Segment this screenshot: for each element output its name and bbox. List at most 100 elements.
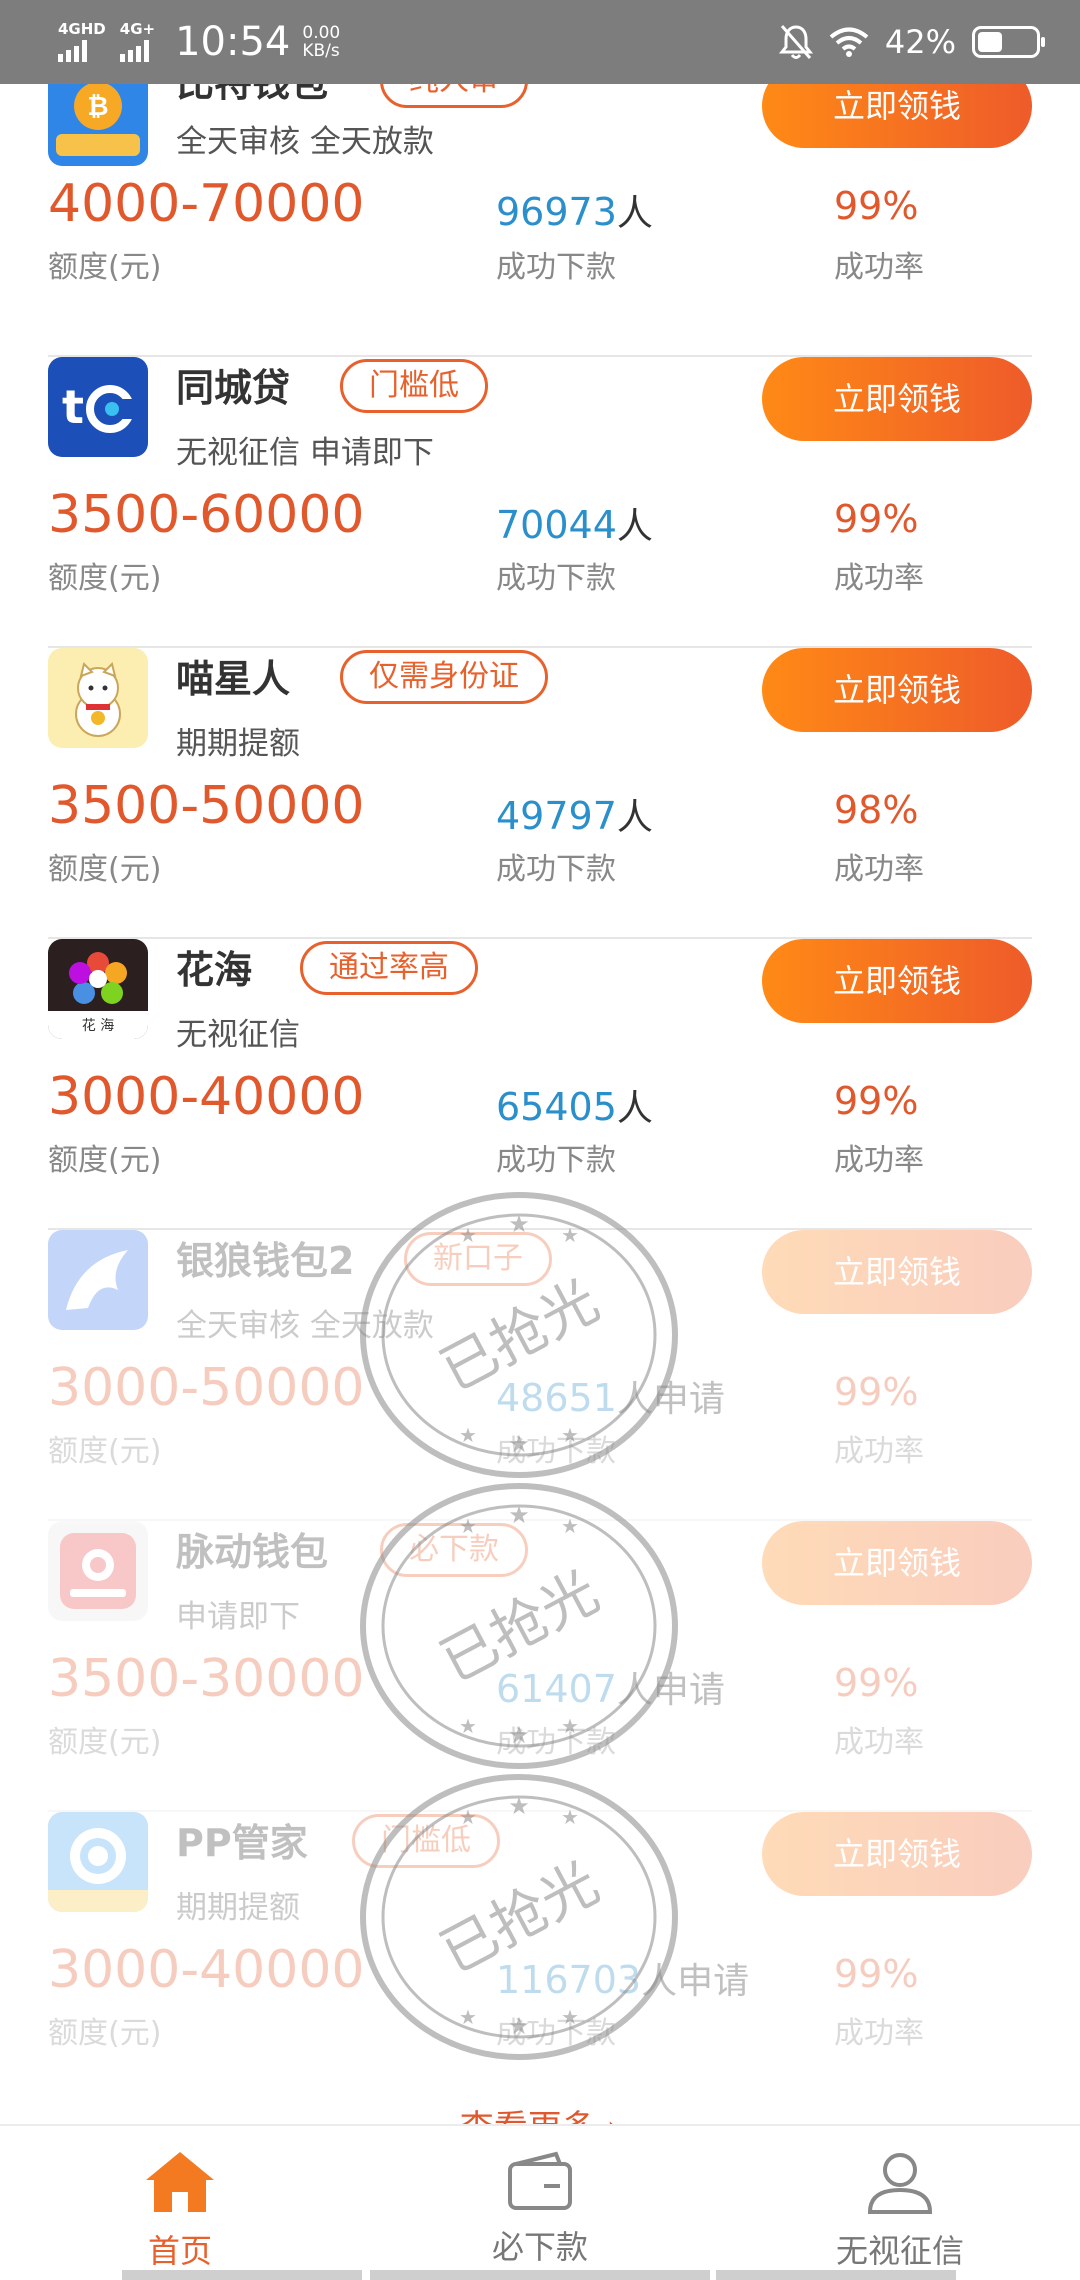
success-count: 70044人 xyxy=(496,497,653,549)
tab-home[interactable]: 首页 xyxy=(0,2126,360,2280)
product-name: 脉动钱包 xyxy=(176,1530,329,1574)
success-rate: 99% xyxy=(834,1079,919,1123)
amount-label: 额度(元) xyxy=(48,250,162,285)
count-value: 49797 xyxy=(496,794,617,838)
svg-text:★: ★ xyxy=(459,1805,477,1829)
svg-text:★: ★ xyxy=(459,1223,477,1247)
product-desc: 全天审核 全天放款 xyxy=(176,124,434,160)
svg-text:₿: ₿ xyxy=(87,92,108,122)
success-rate: 99% xyxy=(834,1370,919,1414)
stamp-text: 已抢光 xyxy=(430,1268,609,1404)
amount-range: 3000-40000 xyxy=(48,1940,365,2000)
claim-button[interactable]: 立即领钱 xyxy=(762,648,1032,732)
svg-text:★: ★ xyxy=(561,1423,579,1447)
svg-text:★: ★ xyxy=(561,1805,579,1829)
amount-range: 3000-50000 xyxy=(48,1358,365,1418)
svg-text:t: t xyxy=(62,380,84,434)
svg-text:★: ★ xyxy=(508,1210,530,1238)
count-unit: 人 xyxy=(616,797,653,838)
signal-sim2: 4G+ xyxy=(119,20,156,62)
count-label: 成功下款 xyxy=(496,1143,616,1178)
product-name: 花海 xyxy=(176,948,253,992)
wolf-logo xyxy=(48,1230,148,1330)
product-name: 比特钱包 xyxy=(176,84,328,107)
svg-text:★: ★ xyxy=(508,2012,530,2040)
bitcoin-wallet-logo: ₿ xyxy=(48,84,148,166)
success-rate: 99% xyxy=(834,1952,919,1996)
sim2-label: 4G+ xyxy=(119,20,156,38)
rate-label: 成功率 xyxy=(834,1434,924,1469)
svg-text:★: ★ xyxy=(561,1514,579,1538)
tab-no-credit-check[interactable]: 无视征信 xyxy=(720,2126,1080,2280)
home-icon xyxy=(146,2152,214,2212)
rate-label: 成功率 xyxy=(834,561,924,596)
claim-button[interactable]: 立即领钱 xyxy=(762,357,1032,441)
product-desc: 无视征信 申请即下 xyxy=(176,435,434,471)
sold-out-stamp: ★ ★ ★ ★ ★ ★ 已抢光 xyxy=(360,1483,678,1769)
product-card[interactable]: t 同城贷 门槛低 无视征信 申请即下 立即领钱 3500-60000 额度(元… xyxy=(48,357,1032,648)
sold-out-stamp: ★ ★ ★ ★ ★ ★ 已抢光 xyxy=(360,1774,678,2060)
product-tag: 门槛低 xyxy=(340,359,488,413)
rate-label: 成功率 xyxy=(834,852,924,887)
system-nav-strip xyxy=(0,2270,1080,2280)
speed-value: 0.00 xyxy=(302,23,341,43)
svg-text:★: ★ xyxy=(459,1423,477,1447)
product-desc: 期期提额 xyxy=(176,726,300,762)
product-desc: 无视征信 xyxy=(176,1017,300,1053)
sim1-label: 4GHD xyxy=(58,20,106,38)
amount-range: 3500-60000 xyxy=(48,485,365,545)
signal-bars-icon xyxy=(58,40,87,62)
tab-home-label: 首页 xyxy=(147,2232,212,2270)
claim-button[interactable]: 立即领钱 xyxy=(762,1230,1032,1314)
claim-button[interactable]: 立即领钱 xyxy=(762,939,1032,1023)
lucky-cat-logo xyxy=(48,648,148,748)
svg-text:★: ★ xyxy=(459,2005,477,2029)
battery-percent: 42% xyxy=(884,23,956,61)
success-rate: 98% xyxy=(834,788,919,832)
success-count: 96973人 xyxy=(496,184,653,236)
pulse-wallet-logo xyxy=(48,1521,148,1621)
svg-text:★: ★ xyxy=(561,1223,579,1247)
product-card[interactable]: 喵星人 仅需身份证 期期提额 立即领钱 3500-50000 额度(元) 497… xyxy=(48,648,1032,939)
svg-text:★: ★ xyxy=(459,1714,477,1738)
svg-text:★: ★ xyxy=(508,1792,530,1820)
tab-no-credit-check-label: 无视征信 xyxy=(835,2232,964,2270)
product-desc: 申请即下 xyxy=(176,1599,300,1635)
product-name: 同城贷 xyxy=(176,366,291,410)
amount-label: 额度(元) xyxy=(48,852,162,887)
amount-label: 额度(元) xyxy=(48,1143,162,1178)
mute-bell-icon xyxy=(778,25,813,59)
tab-must-lend[interactable]: 必下款 xyxy=(360,2126,720,2280)
amount-range: 3500-50000 xyxy=(48,776,365,836)
amount-range: 3000-40000 xyxy=(48,1067,365,1127)
count-unit: 人 xyxy=(616,506,653,547)
success-rate: 99% xyxy=(834,184,919,228)
rate-label: 成功率 xyxy=(834,1143,924,1178)
stamp-text: 已抢光 xyxy=(430,1850,609,1986)
product-card[interactable]: ₿ 比特钱包 纯人审 全天审核 全天放款 立即领钱 4000-70000 额度(… xyxy=(48,84,1032,357)
success-rate: 99% xyxy=(834,497,919,541)
logo-caption: 花 海 xyxy=(81,1018,115,1034)
amount-label: 额度(元) xyxy=(48,2016,162,2051)
flower-logo: 花 海 xyxy=(48,939,148,1039)
count-value: 96973 xyxy=(496,190,617,234)
svg-text:★: ★ xyxy=(508,1721,530,1749)
claim-button[interactable]: 立即领钱 xyxy=(762,1812,1032,1896)
count-label: 成功下款 xyxy=(496,561,616,596)
product-card[interactable]: 花 海 花海 通过率高 无视征信 立即领钱 3000-40000 额度(元) 6… xyxy=(48,939,1032,1230)
battery-level xyxy=(978,32,1002,52)
claim-button[interactable]: 立即领钱 xyxy=(762,1521,1032,1605)
count-label: 成功下款 xyxy=(496,250,616,285)
claim-button[interactable]: 立即领钱 xyxy=(762,84,1032,148)
speed-unit: KB/s xyxy=(302,41,340,61)
clock: 10:54 xyxy=(175,19,291,65)
product-desc: 期期提额 xyxy=(176,1890,300,1926)
count-value: 65405 xyxy=(496,1085,617,1129)
bottom-tab-bar: 首页 必下款 无视征信 xyxy=(0,2124,1080,2280)
rate-label: 成功率 xyxy=(834,250,924,285)
network-speed: 0.00 KB/s xyxy=(302,24,340,60)
wallet-icon xyxy=(508,2151,572,2210)
count-unit: 人 xyxy=(616,1088,653,1129)
svg-text:★: ★ xyxy=(561,1714,579,1738)
product-tag: 通过率高 xyxy=(300,941,478,995)
